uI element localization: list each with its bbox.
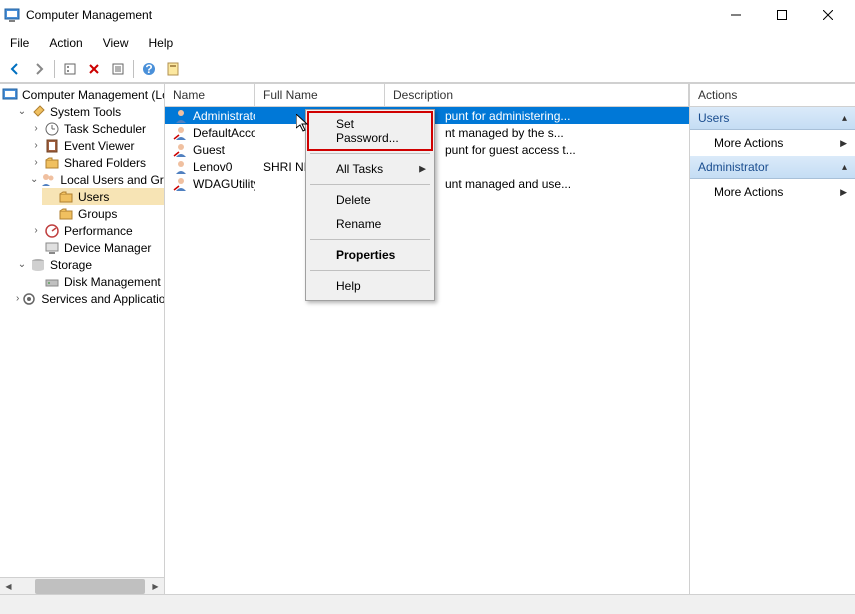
menu-file[interactable]: File (0, 32, 39, 54)
computer-management-icon (2, 87, 18, 103)
column-header-name[interactable]: Name (165, 84, 255, 106)
help-button[interactable]: ? (138, 58, 160, 80)
chevron-right-icon[interactable]: › (30, 123, 42, 135)
tree-device-manager[interactable]: Device Manager (28, 239, 164, 256)
folder-icon (58, 189, 74, 205)
tree-root[interactable]: Computer Management (Local (0, 86, 164, 103)
ctx-properties[interactable]: Properties (308, 243, 432, 267)
folder-icon (58, 206, 74, 222)
performance-icon (44, 223, 60, 239)
tree-users[interactable]: Users (42, 188, 164, 205)
horizontal-scrollbar[interactable]: ◀ ▶ (0, 577, 164, 594)
column-header-fullname[interactable]: Full Name (255, 84, 385, 106)
chevron-down-icon[interactable]: ⌄ (30, 174, 38, 186)
chevron-right-icon[interactable]: › (16, 293, 19, 305)
chevron-right-icon[interactable]: › (30, 140, 42, 152)
tree-content: Computer Management (Local ⌄ System Tool… (0, 84, 164, 577)
statusbar (0, 594, 855, 614)
collapse-up-icon: ▴ (842, 113, 847, 124)
chevron-down-icon[interactable]: ⌄ (16, 259, 28, 271)
tree-services-apps[interactable]: › Services and Applications (14, 290, 164, 307)
maximize-button[interactable] (759, 0, 805, 30)
actions-header: Actions (690, 84, 855, 107)
list-pane: Name Full Name Description Administrator… (165, 84, 690, 594)
refresh-button[interactable] (162, 58, 184, 80)
tree-groups[interactable]: Groups (42, 205, 164, 222)
ctx-delete[interactable]: Delete (308, 188, 432, 212)
tree-disk-management[interactable]: Disk Management (28, 273, 164, 290)
context-menu-separator (310, 270, 430, 271)
disk-icon (44, 274, 60, 290)
tree-performance[interactable]: › Performance (28, 222, 164, 239)
computer-management-icon (4, 7, 20, 23)
properties-button[interactable] (59, 58, 81, 80)
chevron-right-icon[interactable]: › (30, 225, 42, 237)
window-title: Computer Management (26, 8, 713, 22)
tree-local-users-groups[interactable]: ⌄ Local Users and Groups (28, 171, 164, 188)
actions-section-administrator[interactable]: Administrator ▴ (690, 156, 855, 179)
forward-button[interactable] (28, 58, 50, 80)
content-area: Computer Management (Local ⌄ System Tool… (0, 83, 855, 594)
tree-task-scheduler[interactable]: › Task Scheduler (28, 120, 164, 137)
user-disabled-icon (173, 125, 189, 141)
user-icon (173, 159, 189, 175)
context-menu-separator (310, 239, 430, 240)
delete-button[interactable] (83, 58, 105, 80)
scroll-left-icon[interactable]: ◀ (0, 578, 17, 595)
wrench-icon (30, 104, 46, 120)
toolbar-separator (54, 60, 55, 78)
clock-icon (44, 121, 60, 137)
users-icon (40, 172, 56, 188)
list-header: Name Full Name Description (165, 84, 689, 107)
context-menu-separator (310, 153, 430, 154)
close-button[interactable] (805, 0, 851, 30)
ctx-all-tasks[interactable]: All Tasks▶ (308, 157, 432, 181)
back-button[interactable] (4, 58, 26, 80)
tree-pane: Computer Management (Local ⌄ System Tool… (0, 84, 165, 594)
services-icon (21, 291, 37, 307)
column-header-description[interactable]: Description (385, 84, 689, 106)
minimize-button[interactable] (713, 0, 759, 30)
chevron-right-icon: ▶ (840, 138, 847, 149)
titlebar: Computer Management (0, 0, 855, 30)
collapse-up-icon: ▴ (842, 162, 847, 173)
device-icon (44, 240, 60, 256)
chevron-right-icon: ▶ (840, 187, 847, 198)
scroll-thumb[interactable] (35, 579, 145, 594)
actions-section-users[interactable]: Users ▴ (690, 107, 855, 130)
chevron-right-icon[interactable]: › (30, 157, 42, 169)
scroll-right-icon[interactable]: ▶ (147, 578, 164, 595)
toolbar-separator (133, 60, 134, 78)
storage-icon (30, 257, 46, 273)
menu-action[interactable]: Action (39, 32, 92, 54)
actions-pane: Actions Users ▴ More Actions ▶ Administr… (690, 84, 855, 594)
actions-more-actions-users[interactable]: More Actions ▶ (690, 130, 855, 156)
context-menu-separator (310, 184, 430, 185)
shared-folder-icon (44, 155, 60, 171)
tree-storage[interactable]: ⌄ Storage (14, 256, 164, 273)
window-controls (713, 0, 851, 30)
actions-more-actions-admin[interactable]: More Actions ▶ (690, 179, 855, 205)
menu-view[interactable]: View (93, 32, 139, 54)
ctx-set-password[interactable]: Set Password... (308, 112, 432, 150)
properties-sheet-button[interactable] (107, 58, 129, 80)
context-menu: Set Password... All Tasks▶ Delete Rename… (305, 109, 435, 301)
chevron-down-icon[interactable]: ⌄ (16, 106, 28, 118)
toolbar: ? (0, 56, 855, 83)
tree-event-viewer[interactable]: › Event Viewer (28, 137, 164, 154)
ctx-rename[interactable]: Rename (308, 212, 432, 236)
book-icon (44, 138, 60, 154)
user-disabled-icon (173, 176, 189, 192)
menubar: File Action View Help (0, 30, 855, 56)
tree-system-tools[interactable]: ⌄ System Tools (14, 103, 164, 120)
user-disabled-icon (173, 142, 189, 158)
user-icon (173, 108, 189, 124)
chevron-right-icon: ▶ (419, 164, 426, 175)
ctx-help[interactable]: Help (308, 274, 432, 298)
svg-text:?: ? (145, 62, 152, 76)
menu-help[interactable]: Help (139, 32, 184, 54)
tree-shared-folders[interactable]: › Shared Folders (28, 154, 164, 171)
